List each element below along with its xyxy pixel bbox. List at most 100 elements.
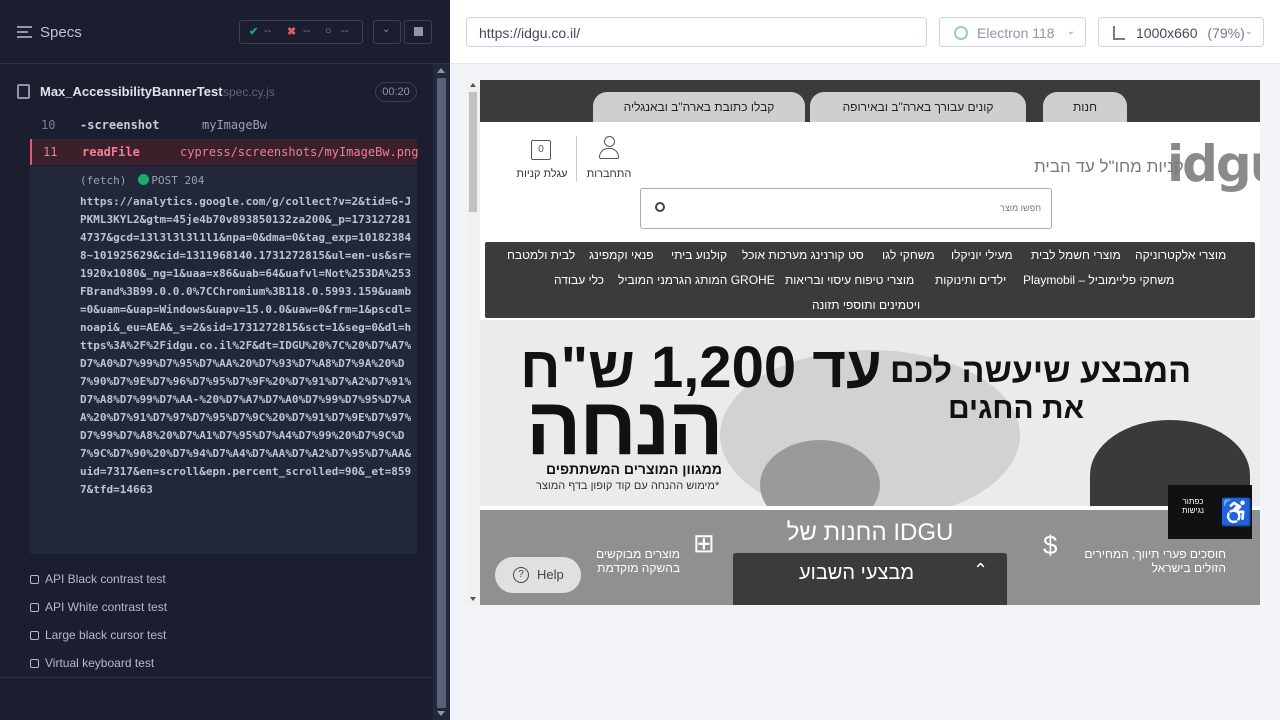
- reporter-footer: [0, 677, 432, 720]
- test-item[interactable]: Virtual keyboard test: [30, 656, 330, 676]
- gift-icon: ⊞: [693, 528, 715, 558]
- menu-item[interactable]: GROHE המותג הגרמני המוביל: [618, 273, 775, 287]
- stop-icon: [414, 27, 423, 36]
- scrollbar-thumb[interactable]: [437, 78, 446, 708]
- site-tagline: קניות מחו"ל עד הבית: [1034, 157, 1184, 176]
- command-log: 10 -screenshot myImageBw 11 readFile cyp…: [30, 118, 419, 554]
- pending-count: --: [341, 25, 349, 37]
- fetch-method: POST 204: [151, 174, 205, 187]
- fetch-label: (fetch): [80, 174, 127, 187]
- accessibility-button[interactable]: כפתור נגישות ♿: [1168, 485, 1252, 539]
- help-icon: ?: [513, 567, 529, 583]
- command-number: 11: [43, 145, 58, 159]
- product-search-input[interactable]: חפשו מוצר: [640, 188, 1052, 229]
- command-name: -screenshot: [80, 118, 160, 132]
- category-menu: מוצרי אלקטרוניקה מוצרי חשמל לבית מעילי י…: [485, 242, 1255, 318]
- chevron-down-icon: ⌄: [1244, 26, 1253, 37]
- failed-icon: ✖: [287, 26, 297, 38]
- menu-item[interactable]: פנאי וקמפינג: [589, 248, 654, 262]
- search-icon[interactable]: [655, 202, 665, 212]
- spec-name[interactable]: Max_AccessibilityBannerTest: [40, 84, 223, 99]
- user-icon[interactable]: [598, 136, 620, 162]
- menu-item[interactable]: משחקי פליימוביל – Playmobil: [1023, 273, 1174, 287]
- scroll-up-icon[interactable]: [437, 68, 445, 73]
- menu-item[interactable]: מוצרי אלקטרוניקה: [1135, 248, 1226, 262]
- checkbox-icon: [30, 603, 39, 612]
- command-row[interactable]: 10 -screenshot myImageBw: [30, 112, 417, 138]
- command-arg: myImageBw: [202, 118, 268, 132]
- command-arg: cypress/screenshots/myImageBw.png: [180, 145, 419, 159]
- feature-text: מוצרים מבוקשים בהשקה מוקדמת: [595, 547, 680, 575]
- menu-item[interactable]: מוצרי טיפוח עיסוי ובריאות: [785, 273, 914, 287]
- menu-item[interactable]: סט קורנינג מערכות אוכל: [742, 248, 864, 262]
- specs-list-icon[interactable]: [17, 26, 32, 40]
- request-url: https://analytics.google.com/g/collect?v…: [80, 195, 412, 496]
- menu-item[interactable]: כלי עבודה: [554, 273, 604, 287]
- promo-headline-2: את החגים: [948, 392, 1085, 425]
- command-number: 10: [41, 118, 56, 132]
- login-label[interactable]: התחברות: [584, 168, 634, 180]
- menu-item[interactable]: לבית ולמטבח: [507, 248, 575, 262]
- scroll-down-icon[interactable]: [470, 597, 476, 601]
- menu-item[interactable]: קולנוע ביתי: [671, 248, 727, 262]
- search-placeholder: חפשו מוצר: [999, 203, 1041, 213]
- reporter-panel: Specs ✔ -- ✖ -- ○ -- ⌄ Max_Accessibility…: [0, 0, 450, 720]
- test-title: API Black contrast test: [45, 572, 166, 586]
- checkbox-icon: [30, 631, 39, 640]
- help-button[interactable]: ? Help: [495, 557, 581, 593]
- tab-get-address[interactable]: קבלו כתובת בארה"ב ובאנגליה: [593, 92, 805, 122]
- fetch-line: (fetch) POST 204: [80, 174, 204, 187]
- url-field[interactable]: https://idgu.co.il/: [466, 17, 927, 47]
- collapse-button[interactable]: ⌄: [373, 20, 401, 44]
- cart-label[interactable]: עגלת קניות: [512, 168, 572, 180]
- dollar-icon: $: [1043, 530, 1058, 560]
- test-stats: ✔ -- ✖ -- ○ --: [239, 20, 363, 44]
- viewport-selector[interactable]: 1000x660 (79%) ⌄: [1098, 17, 1264, 47]
- test-title: Virtual keyboard test: [45, 656, 155, 670]
- scrollbar-thumb[interactable]: [469, 92, 477, 212]
- stop-button[interactable]: [404, 20, 432, 44]
- browser-selector[interactable]: Electron 118 ⌄: [939, 17, 1086, 47]
- aut-panel: https://idgu.co.il/ Electron 118 ⌄ 1000x…: [450, 0, 1280, 720]
- aut-frame: חנות קונים עבורך בארה"ב ובאירופה קבלו כת…: [466, 80, 1260, 605]
- stores-title: החנות של IDGU: [786, 519, 954, 546]
- electron-icon: [954, 26, 968, 40]
- chevron-up-icon[interactable]: ⌃: [973, 560, 988, 581]
- tab-store[interactable]: חנות: [1043, 92, 1127, 122]
- checkbox-icon: [30, 575, 39, 584]
- header-divider: [576, 136, 577, 182]
- test-item[interactable]: Large black cursor test: [30, 628, 330, 648]
- reporter-scrollbar[interactable]: [433, 64, 450, 720]
- shopping-bag-icon[interactable]: 0: [531, 140, 551, 160]
- menu-item[interactable]: מוצרי חשמל לבית: [1031, 248, 1121, 262]
- spec-file: spec.cy.js: [223, 85, 275, 99]
- specs-title[interactable]: Specs: [40, 24, 82, 41]
- promo-headline: המבצע שיעשה לכם: [890, 352, 1192, 390]
- status-dot-icon: [138, 174, 150, 185]
- test-item[interactable]: API White contrast test: [30, 600, 330, 620]
- tab-shop-for-you[interactable]: קונים עבורך בארה"ב ובאירופה: [810, 92, 1026, 122]
- checkbox-icon: [30, 659, 39, 668]
- aut-toolbar: https://idgu.co.il/ Electron 118 ⌄ 1000x…: [450, 0, 1280, 64]
- scroll-down-icon[interactable]: [437, 711, 445, 716]
- menu-item[interactable]: ילדים ותינוקות: [935, 273, 1006, 287]
- test-item[interactable]: API Black contrast test: [30, 572, 330, 592]
- pending-icon: ○: [325, 25, 332, 37]
- promo-banner[interactable]: עד 1,200 ש"ח הנחה ממגוון המוצרים המשתתפי…: [480, 320, 1260, 506]
- menu-item[interactable]: ויטמינים ותוספי תזונה: [812, 298, 920, 312]
- scroll-up-icon[interactable]: [470, 83, 476, 87]
- help-label: Help: [537, 567, 564, 582]
- test-title: API White contrast test: [45, 600, 168, 614]
- browser-name: Electron 118: [977, 25, 1055, 41]
- reporter-header: Specs ✔ -- ✖ -- ○ -- ⌄: [0, 0, 450, 64]
- fetch-detail: (fetch) POST 204 https://analytics.google…: [30, 166, 417, 554]
- spec-header: Max_AccessibilityBannerTest spec.cy.js 0…: [0, 66, 432, 118]
- viewport-size: 1000x660: [1136, 25, 1198, 41]
- promo-discount: הנחה: [526, 381, 724, 472]
- command-row-error[interactable]: 11 readFile cypress/screenshots/myImageB…: [30, 139, 419, 165]
- aut-scrollbar[interactable]: [466, 80, 480, 605]
- weekly-deals-bar[interactable]: מבצעי השבוע ⌃: [733, 553, 1007, 605]
- menu-item[interactable]: משחקי לגו: [882, 248, 935, 262]
- promo-note: *מימוש ההנחה עם קוד קופון בדף המוצר: [536, 480, 720, 492]
- menu-item[interactable]: מעילי יוניקלו: [951, 248, 1013, 262]
